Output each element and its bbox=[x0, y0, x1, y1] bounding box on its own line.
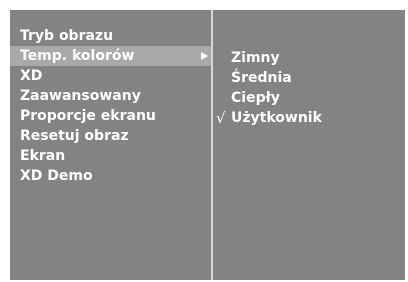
submenu-item-uzytkownik[interactable]: √ Użytkownik bbox=[216, 108, 322, 128]
submenu-item-label: Średnia bbox=[231, 70, 292, 86]
submenu-item-zimny[interactable]: Zimny bbox=[220, 48, 322, 68]
menu-item-tryb-obrazu[interactable]: Tryb obrazu bbox=[10, 26, 211, 46]
menu-item-label: XD Demo bbox=[20, 168, 93, 184]
menu-item-ekran[interactable]: Ekran bbox=[10, 146, 211, 166]
submenu-item-cieply[interactable]: Ciepły bbox=[220, 88, 322, 108]
menu-item-label: XD bbox=[20, 68, 43, 84]
submenu-item-label: Ciepły bbox=[231, 90, 280, 106]
menu-item-temp-kolorow[interactable]: Temp. kolorów bbox=[10, 46, 211, 66]
picture-menu: Tryb obrazu Temp. kolorów XD Zaawansowan… bbox=[10, 26, 211, 186]
menu-item-label: Resetuj obraz bbox=[20, 128, 129, 144]
menu-item-xd-demo[interactable]: XD Demo bbox=[10, 166, 211, 186]
menu-item-resetuj-obraz[interactable]: Resetuj obraz bbox=[10, 126, 211, 146]
menu-item-zaawansowany[interactable]: Zaawansowany bbox=[10, 86, 211, 106]
menu-item-label: Ekran bbox=[20, 148, 66, 164]
menu-item-label: Temp. kolorów bbox=[20, 48, 135, 64]
color-temperature-submenu: Zimny Średnia Ciepły √ Użytkownik bbox=[216, 48, 322, 128]
menu-item-xd[interactable]: XD bbox=[10, 66, 211, 86]
menu-item-label: Zaawansowany bbox=[20, 88, 141, 104]
panel-divider bbox=[211, 10, 213, 280]
submenu-item-label: Użytkownik bbox=[231, 110, 322, 126]
submenu-item-label: Zimny bbox=[231, 50, 280, 66]
menu-item-label: Tryb obrazu bbox=[20, 28, 114, 44]
checkmark-icon: √ bbox=[216, 109, 226, 127]
menu-item-proporcje-ekranu[interactable]: Proporcje ekranu bbox=[10, 106, 211, 126]
submenu-item-srednia[interactable]: Średnia bbox=[220, 68, 322, 88]
menu-item-label: Proporcje ekranu bbox=[20, 108, 156, 124]
triangle-right-icon bbox=[201, 46, 211, 66]
osd-menu: Tryb obrazu Temp. kolorów XD Zaawansowan… bbox=[10, 10, 405, 280]
